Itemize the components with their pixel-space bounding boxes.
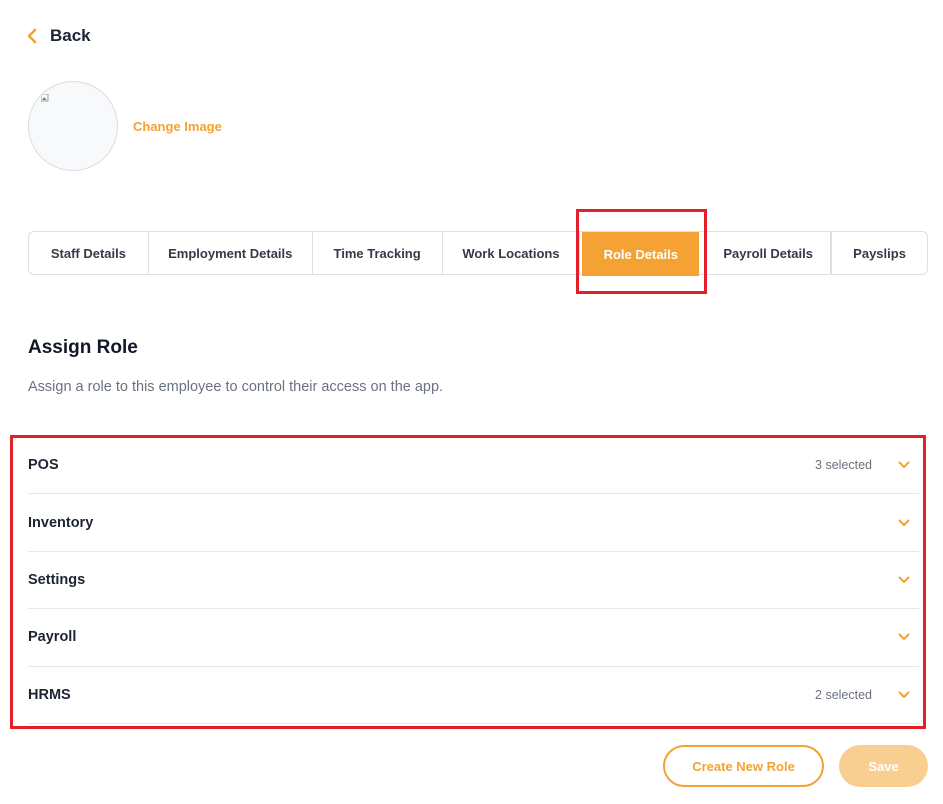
back-label: Back bbox=[50, 26, 91, 45]
change-image-link[interactable]: Change Image bbox=[133, 119, 222, 134]
chevron-down-icon[interactable] bbox=[894, 691, 914, 699]
role-group-label: POS bbox=[28, 457, 59, 474]
role-group-inventory[interactable]: Inventory bbox=[28, 494, 919, 552]
chevron-left-icon bbox=[27, 28, 37, 44]
role-group-hrms[interactable]: HRMS 2 selected bbox=[28, 667, 919, 724]
role-group-label: Settings bbox=[28, 571, 86, 588]
role-group-label: Inventory bbox=[28, 514, 94, 531]
tab-time-tracking[interactable]: Time Tracking bbox=[313, 232, 443, 274]
tab-employment-details[interactable]: Employment Details bbox=[149, 232, 313, 274]
chevron-down-icon[interactable] bbox=[894, 633, 914, 641]
chevron-down-icon[interactable] bbox=[894, 576, 914, 584]
tab-work-locations[interactable]: Work Locations bbox=[443, 232, 581, 274]
role-group-label: Payroll bbox=[28, 629, 77, 646]
tab-role-details[interactable]: Role Details bbox=[582, 232, 700, 276]
role-group-pos[interactable]: POS 3 selected bbox=[28, 437, 919, 495]
chevron-down-icon[interactable] bbox=[894, 519, 914, 527]
role-group-settings[interactable]: Settings bbox=[28, 552, 919, 610]
role-group-label: HRMS bbox=[28, 686, 71, 703]
chevron-down-icon[interactable] bbox=[894, 461, 914, 469]
tab-payslips[interactable]: Payslips bbox=[831, 232, 927, 274]
role-accordion: POS 3 selected Inventory Settings Payrol… bbox=[28, 437, 919, 724]
create-new-role-button[interactable]: Create New Role bbox=[663, 745, 824, 787]
tab-staff-details[interactable]: Staff Details bbox=[29, 232, 149, 274]
selected-count: 2 selected bbox=[815, 687, 872, 702]
broken-image-icon bbox=[41, 94, 49, 102]
back-button[interactable]: Back bbox=[26, 26, 91, 46]
selected-count: 3 selected bbox=[815, 458, 872, 473]
tab-payroll-details[interactable]: Payroll Details bbox=[705, 232, 832, 274]
save-button[interactable]: Save bbox=[839, 745, 928, 787]
tab-bar: Staff Details Employment Details Time Tr… bbox=[28, 231, 928, 276]
avatar bbox=[28, 81, 118, 171]
role-group-payroll[interactable]: Payroll bbox=[28, 609, 919, 667]
section-description: Assign a role to this employee to contro… bbox=[28, 379, 444, 395]
section-title: Assign Role bbox=[28, 337, 138, 358]
